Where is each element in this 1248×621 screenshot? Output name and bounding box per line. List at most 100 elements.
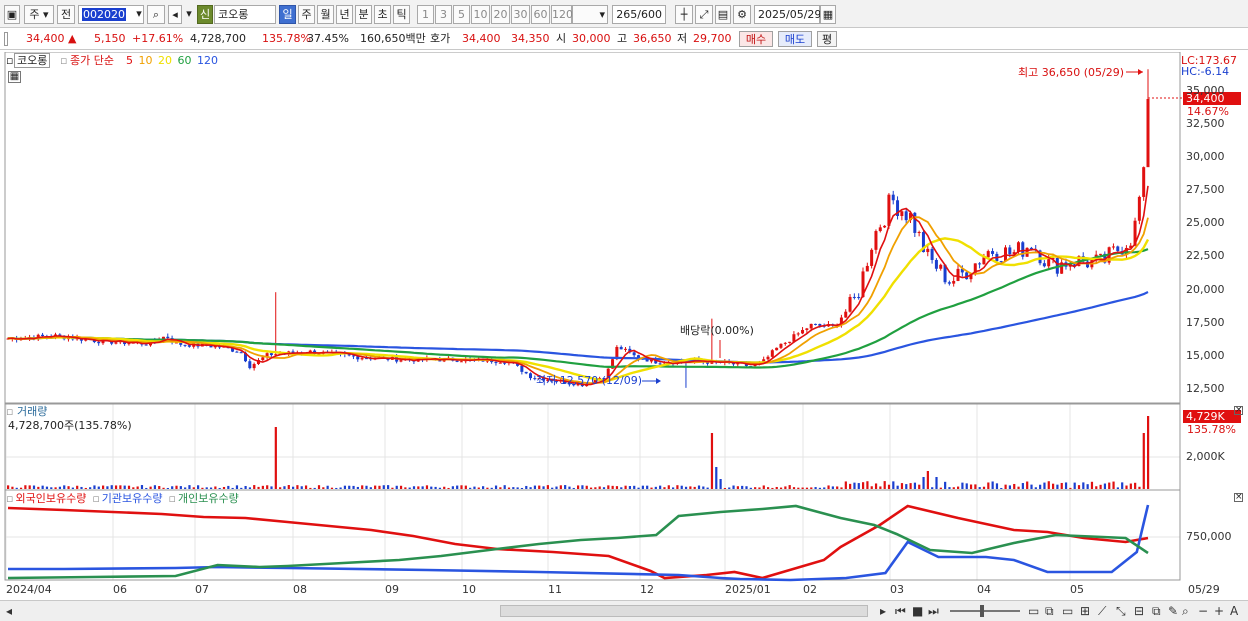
stock-name-box[interactable]: 코오롱 — [14, 53, 51, 68]
speaker-icon[interactable]: ◂ — [168, 5, 182, 24]
volume-bar — [546, 485, 549, 489]
legend-dot-icon: ▫ — [168, 492, 176, 505]
dividend-annotation: 배당락(0.00%) — [680, 324, 754, 337]
candle-body — [991, 251, 995, 254]
low-price: 29,700 — [693, 32, 732, 45]
search-icon[interactable]: ⌕ — [147, 5, 165, 24]
gear-icon[interactable]: ⚙ — [733, 5, 751, 24]
candle-body — [999, 261, 1003, 263]
draw-icon[interactable]: ✎ — [1168, 604, 1178, 618]
volume-bar — [542, 486, 545, 489]
volume-bar — [672, 487, 675, 489]
volume-bar — [145, 487, 148, 489]
period-tab-6[interactable]: 틱 — [393, 5, 410, 24]
period-tab-0[interactable]: 일 — [279, 5, 296, 24]
volume-bar — [123, 485, 126, 489]
chevron-down-icon[interactable]: ▾ — [184, 5, 194, 24]
layout-icon[interactable]: ⧉ — [1152, 604, 1161, 618]
date-field[interactable]: 2025/05/29 — [754, 5, 821, 24]
period-tab-1[interactable]: 주 — [298, 5, 315, 24]
scroll-left-icon[interactable]: ◂ — [6, 604, 12, 618]
volume-bar — [80, 486, 83, 489]
candle-body — [952, 280, 956, 284]
volume-bar — [71, 487, 74, 489]
interval-tab-120[interactable]: 120 — [551, 5, 573, 24]
volume-bar — [214, 486, 217, 489]
legend-dot-icon: ▫ — [6, 492, 14, 505]
buy-button[interactable]: 매수 — [739, 31, 773, 47]
period-tab-3[interactable]: 년 — [336, 5, 353, 24]
close-icon[interactable]: × — [1234, 406, 1243, 415]
volume-bar — [1103, 483, 1107, 489]
candle-icon[interactable]: ┼ — [675, 5, 693, 24]
period-tab-4[interactable]: 분 — [355, 5, 372, 24]
forward-icon[interactable]: ⏭ — [928, 604, 939, 618]
volume-bar — [114, 485, 118, 489]
interval-tab-3[interactable]: 3 — [435, 5, 452, 24]
rewind-icon[interactable]: ⏮ — [895, 604, 906, 618]
close-icon[interactable]: × — [1234, 493, 1243, 502]
zoom-slider-handle[interactable] — [980, 605, 984, 617]
volume-bar — [663, 487, 666, 489]
volume-bar — [175, 485, 178, 489]
volume-bar — [399, 485, 403, 489]
grid-icon[interactable]: ▦ — [8, 71, 21, 83]
interval-tab-5[interactable]: 5 — [453, 5, 470, 24]
zoom-slider[interactable] — [950, 610, 1020, 612]
interval-tab-30[interactable]: 30 — [511, 5, 530, 24]
interval-tab-10[interactable]: 10 — [471, 5, 490, 24]
prev-button[interactable]: 전 — [57, 5, 75, 24]
volume-bar — [430, 486, 433, 489]
period-tab-5[interactable]: 초 — [374, 5, 391, 24]
interval-tab-60[interactable]: 60 — [531, 5, 550, 24]
volume-bar — [754, 487, 757, 489]
candle-body — [1042, 263, 1046, 267]
trend-icon[interactable]: ⟋ — [1098, 604, 1106, 618]
price-axis-label: 17,500 — [1186, 315, 1225, 329]
chevron-down-icon[interactable]: ▾ — [133, 5, 145, 24]
save-icon[interactable]: ▤ — [715, 5, 731, 24]
volume-bar — [153, 485, 157, 489]
stock-chart[interactable] — [0, 52, 1248, 600]
layout-icon[interactable]: ⧉ — [1045, 604, 1054, 618]
eval-button[interactable]: 평 — [817, 31, 837, 47]
hc-label: HC:-6.14 — [1181, 65, 1230, 78]
candle-body — [788, 341, 792, 343]
volume-bar — [404, 487, 407, 489]
layout-icon[interactable]: ▭ — [1062, 604, 1073, 618]
scroll-right-icon[interactable]: ▸ — [880, 604, 886, 618]
compare-icon[interactable]: ⊟ — [1134, 604, 1144, 618]
ma-legend-label: 종가 단순 — [70, 54, 114, 67]
volume-bar — [589, 487, 593, 489]
volume-bar — [792, 487, 796, 489]
period-tab-2[interactable]: 월 — [317, 5, 334, 24]
volume-bar — [1134, 482, 1137, 489]
interval-dropdown[interactable]: ▾ — [572, 5, 608, 24]
stop-icon[interactable]: ■ — [912, 604, 923, 618]
zoom-icon[interactable]: ⌕ — [1182, 604, 1189, 618]
horizontal-scrollbar[interactable] — [500, 605, 868, 617]
panel-menu-icon[interactable]: ▫ — [6, 54, 13, 67]
window-icon[interactable]: ▣ — [4, 5, 20, 24]
price-value: 34,400 — [26, 32, 65, 45]
stock-name-field[interactable]: 코오롱 — [214, 5, 276, 24]
date-axis-label: 02 — [803, 583, 817, 596]
compare-icon[interactable]: ⊞ — [1080, 604, 1090, 618]
sell-button[interactable]: 매도 — [778, 31, 812, 47]
candle-body — [1111, 246, 1115, 248]
volume-bar — [188, 485, 191, 489]
interval-tab-20[interactable]: 20 — [491, 5, 510, 24]
zoom-out-icon[interactable]: − — [1198, 604, 1208, 618]
volume-bar — [1082, 482, 1085, 489]
trend-icon[interactable]: ⤡ — [1116, 604, 1126, 618]
volume-bar — [650, 487, 653, 489]
crosshair-icon[interactable]: ⤢ — [695, 5, 713, 24]
market-select[interactable]: 주 ▾ — [24, 5, 54, 24]
calendar-icon[interactable]: ▦ — [820, 5, 836, 24]
volume-bar — [235, 485, 239, 489]
count-field[interactable]: 265/600 — [612, 5, 666, 24]
layout-icon[interactable]: ▭ — [1028, 604, 1039, 618]
font-size-icon[interactable]: A — [1230, 604, 1238, 618]
interval-tab-1[interactable]: 1 — [417, 5, 434, 24]
zoom-in-icon[interactable]: + — [1214, 604, 1224, 618]
